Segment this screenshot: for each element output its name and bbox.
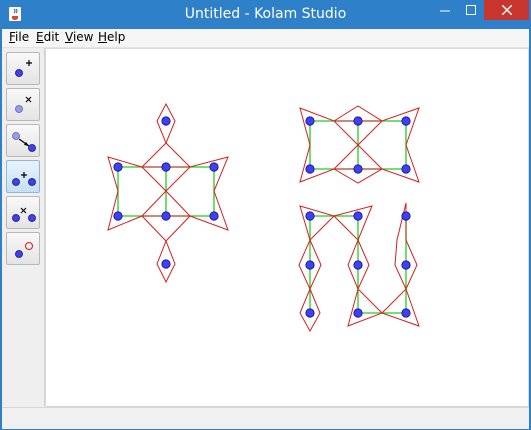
kolam-curve xyxy=(107,142,229,242)
kolam-dot[interactable] xyxy=(305,164,315,174)
kolam-dot[interactable] xyxy=(353,116,363,126)
kolam-dot[interactable] xyxy=(401,164,411,174)
window-client: File Edit View Help xyxy=(2,29,529,429)
kolam-dot[interactable] xyxy=(353,308,363,318)
kolam-dot[interactable] xyxy=(401,211,411,221)
kolam-dot[interactable] xyxy=(305,116,315,126)
close-icon xyxy=(501,5,512,15)
kolam-dot[interactable] xyxy=(161,162,171,172)
minimize-icon xyxy=(440,10,450,12)
title-bar[interactable]: Untitled - Kolam Studio xyxy=(0,0,531,29)
kolam-dot[interactable] xyxy=(209,211,219,221)
kolam-dot[interactable] xyxy=(401,260,411,270)
app-window: Untitled - Kolam Studio File Edit View H… xyxy=(0,0,531,430)
kolam-dot[interactable] xyxy=(161,116,171,126)
loop-tool[interactable] xyxy=(6,232,40,265)
add-dot-icon xyxy=(15,60,32,77)
menu-help[interactable]: Help xyxy=(98,30,125,44)
menu-edit[interactable]: Edit xyxy=(36,30,59,44)
kolam-dot[interactable] xyxy=(305,211,315,221)
kolam-dot[interactable] xyxy=(161,211,171,221)
tool-palette xyxy=(2,48,45,406)
status-bar xyxy=(2,407,529,429)
maximize-icon xyxy=(466,5,476,15)
kolam-dot[interactable] xyxy=(353,260,363,270)
remove-dot-tool[interactable] xyxy=(6,88,40,121)
close-button[interactable] xyxy=(484,0,529,20)
maximize-button[interactable] xyxy=(458,0,484,20)
kolam-dot[interactable] xyxy=(353,164,363,174)
loop-icon xyxy=(15,241,34,258)
remove-connection-tool[interactable] xyxy=(6,196,40,229)
kolam-dot[interactable] xyxy=(305,260,315,270)
remove-dot-icon xyxy=(15,96,32,113)
kolam-dot[interactable] xyxy=(401,116,411,126)
kolam-dot[interactable] xyxy=(161,259,171,269)
kolam-dot[interactable] xyxy=(113,162,123,172)
kolam-dot[interactable] xyxy=(305,308,315,318)
add-dot-tool[interactable] xyxy=(6,52,40,85)
remove-connection-icon xyxy=(12,207,36,222)
kolam-dot[interactable] xyxy=(401,308,411,318)
kolam-dot[interactable] xyxy=(353,211,363,221)
kolam-canvas[interactable] xyxy=(45,48,529,407)
add-connection-tool[interactable] xyxy=(6,160,40,193)
move-dot-icon xyxy=(12,132,36,152)
kolam-drawing xyxy=(107,102,420,333)
add-connection-icon xyxy=(12,172,36,186)
menu-file[interactable]: File xyxy=(9,30,29,44)
kolam-dot[interactable] xyxy=(209,162,219,172)
minimize-button[interactable] xyxy=(432,0,458,20)
menu-bar: File Edit View Help xyxy=(2,29,529,48)
kolam-dot[interactable] xyxy=(113,211,123,221)
menu-view[interactable]: View xyxy=(65,30,93,44)
move-dot-tool[interactable] xyxy=(6,124,40,157)
